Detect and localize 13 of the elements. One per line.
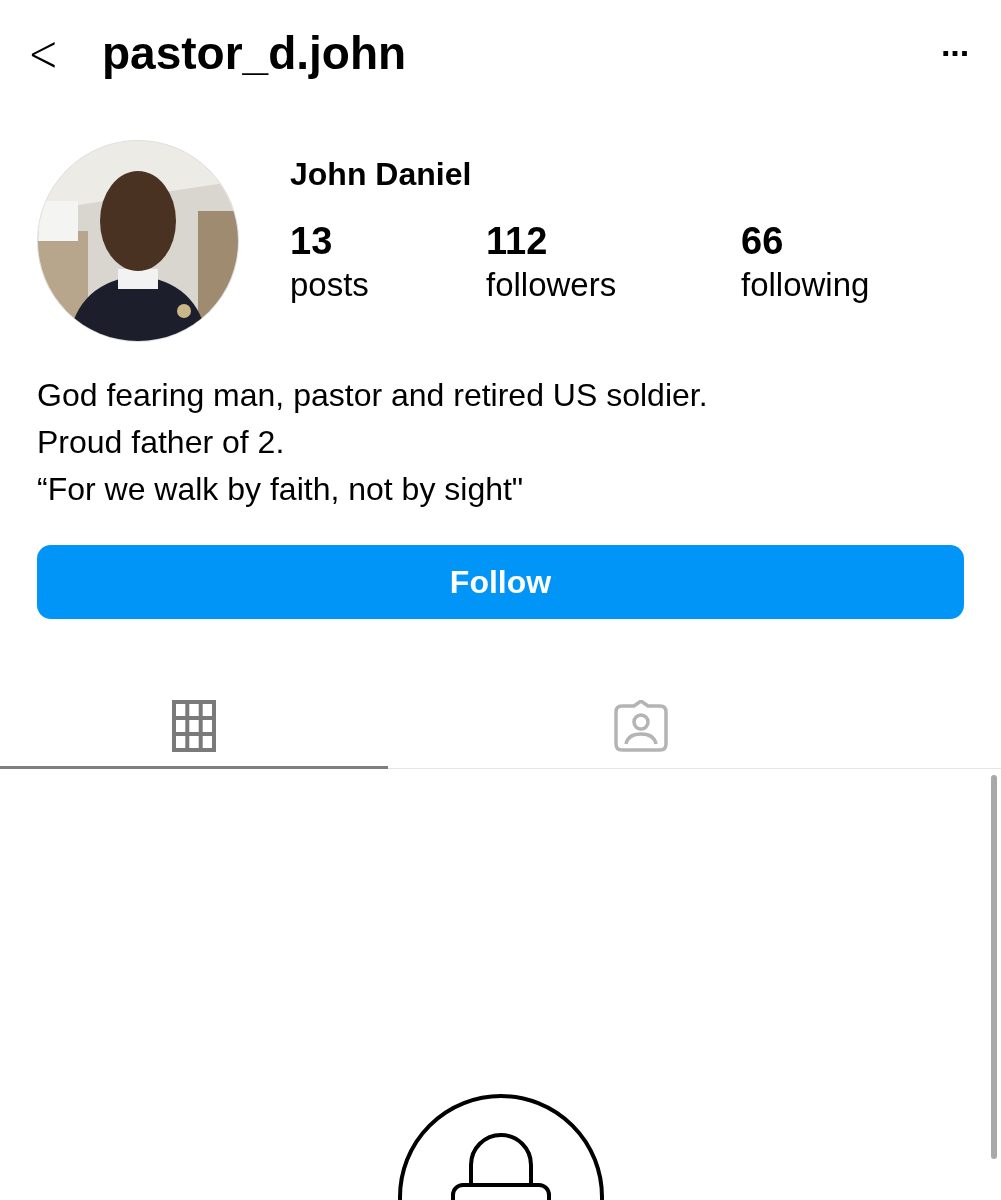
profile-name: John Daniel [290, 156, 473, 193]
stat-label: followers [486, 265, 618, 305]
back-button[interactable]: < [28, 27, 80, 79]
stat-count: 13 [290, 219, 334, 263]
stat-label: following [741, 265, 870, 305]
more-button[interactable]: ··· [941, 33, 969, 73]
bio-line: Proud father of 2. [37, 423, 286, 462]
stat-count: 66 [741, 219, 785, 263]
bio-line: “For we walk by faith, not by sight" [37, 470, 525, 509]
stat-label: posts [290, 265, 370, 305]
bio-line: God fearing man, pastor and retired US soldier. [37, 376, 709, 415]
stat-count: 112 [486, 219, 549, 263]
username-title: pastor_d.john [102, 26, 408, 80]
